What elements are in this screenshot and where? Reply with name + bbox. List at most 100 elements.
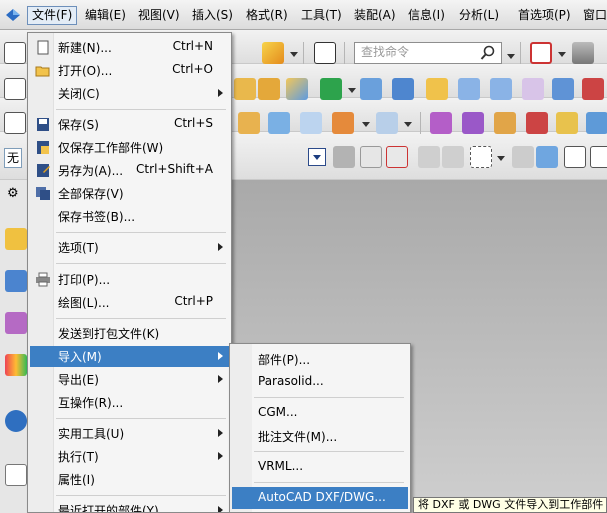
new-icon[interactable] xyxy=(4,42,26,64)
type-filter-select[interactable]: 无 xyxy=(4,148,22,168)
constraint-navigator-icon[interactable] xyxy=(5,270,27,292)
web-browser-icon[interactable] xyxy=(5,464,27,486)
body-filter-icon[interactable] xyxy=(536,146,558,168)
open-folder-icon xyxy=(35,66,50,77)
menu-item-close[interactable]: 关闭(C) xyxy=(30,83,229,104)
import-item-vrml[interactable]: VRML... xyxy=(232,456,408,478)
dropdown-arrow-icon[interactable] xyxy=(404,122,412,127)
snap-toggle-icon[interactable] xyxy=(564,146,586,168)
menu-item-recent-parts[interactable]: 最近打开的部件(Y) xyxy=(30,500,229,512)
feature-icon[interactable] xyxy=(258,78,280,100)
import-item-part[interactable]: 部件(P)... xyxy=(232,348,408,370)
import-item-annotation-file[interactable]: 批注文件(M)... xyxy=(232,425,408,447)
point-icon[interactable] xyxy=(320,78,342,100)
menu-preferences[interactable]: 首选项(P) xyxy=(514,6,575,25)
menu-item-print[interactable]: 打印(P)... xyxy=(30,269,229,290)
dropdown-arrow-icon[interactable] xyxy=(507,54,515,59)
menu-item-save-all[interactable]: 全部保存(V) xyxy=(30,183,229,204)
menu-view[interactable]: 视图(V) xyxy=(134,6,184,25)
edge-blend-icon[interactable] xyxy=(238,112,260,134)
dropdown-arrow-icon[interactable] xyxy=(558,52,566,57)
scale-body-icon[interactable] xyxy=(586,112,607,134)
resource-bar: ⚙ xyxy=(0,180,30,513)
menu-item-send-to-package[interactable]: 发送到打包文件(K) xyxy=(30,323,229,344)
import-item-autocad-dxf-dwg[interactable]: AutoCAD DXF/DWG... xyxy=(232,487,408,509)
filter-dropdown-button[interactable] xyxy=(308,148,326,166)
menu-format[interactable]: 格式(R) xyxy=(242,6,292,25)
menu-item-utilities[interactable]: 实用工具(U) xyxy=(30,423,229,444)
offset-face-icon[interactable] xyxy=(494,112,516,134)
slot-icon[interactable] xyxy=(552,78,574,100)
menu-item-import[interactable]: 导入(M) xyxy=(30,346,229,367)
dropdown-arrow-icon[interactable] xyxy=(362,122,370,127)
search-icon[interactable] xyxy=(480,45,496,61)
menu-item-open[interactable]: 打开(O)... Ctrl+O xyxy=(30,60,229,81)
menu-item-new[interactable]: 新建(N)... Ctrl+N xyxy=(30,37,229,58)
menu-item-save-work-part[interactable]: 仅保存工作部件(W) xyxy=(30,137,229,158)
shell-icon[interactable] xyxy=(300,112,322,134)
render-style-icon[interactable] xyxy=(572,42,594,64)
menu-item-save-bookmark[interactable]: 保存书签(B)... xyxy=(30,206,229,227)
revolve-icon[interactable] xyxy=(392,78,414,100)
fit-view-icon[interactable] xyxy=(530,42,552,64)
sew-icon[interactable] xyxy=(376,112,398,134)
thicken-icon[interactable] xyxy=(556,112,578,134)
snap-point-icon[interactable] xyxy=(360,146,382,168)
menu-insert[interactable]: 插入(S) xyxy=(188,6,237,25)
command-finder-icon[interactable] xyxy=(314,42,336,64)
menu-item-execute[interactable]: 执行(T) xyxy=(30,446,229,467)
menu-edit[interactable]: 编辑(E) xyxy=(81,6,130,25)
block-icon[interactable] xyxy=(234,78,256,100)
datum-icon[interactable] xyxy=(286,78,308,100)
rectangle-select-icon[interactable] xyxy=(470,146,492,168)
menu-window[interactable]: 窗口 xyxy=(579,6,607,25)
mirror-icon[interactable] xyxy=(462,112,484,134)
menu-analysis[interactable]: 分析(L) xyxy=(455,6,503,25)
pad-icon[interactable] xyxy=(522,78,544,100)
orient-icon[interactable] xyxy=(442,146,464,168)
groove-icon[interactable] xyxy=(582,78,604,100)
dropdown-arrow-icon[interactable] xyxy=(497,156,505,161)
dropdown-arrow-icon[interactable] xyxy=(348,88,356,93)
menu-item-properties[interactable]: 属性(I) xyxy=(30,469,229,490)
select-feature-icon[interactable] xyxy=(386,146,408,168)
selection-scope-icon[interactable] xyxy=(512,146,534,168)
toolbar-separator xyxy=(344,42,345,64)
import-submenu: 部件(P)... Parasolid... CGM... 批注文件(M)... … xyxy=(229,343,411,513)
pocket-icon[interactable] xyxy=(490,78,512,100)
general-selection-icon[interactable] xyxy=(333,146,355,168)
submenu-arrow-icon xyxy=(218,89,223,97)
pattern-icon[interactable] xyxy=(430,112,452,134)
menu-tools[interactable]: 工具(T) xyxy=(297,6,346,25)
extrude-icon[interactable] xyxy=(360,78,382,100)
dropdown-arrow-icon[interactable] xyxy=(290,52,298,57)
toolbar-separator xyxy=(520,42,521,64)
part-navigator-icon[interactable] xyxy=(5,312,27,334)
menu-item-save-as[interactable]: 另存为(A)... Ctrl+Shift+A xyxy=(30,160,229,181)
line-select-icon[interactable] xyxy=(590,146,607,168)
draft-icon[interactable] xyxy=(526,112,548,134)
menu-item-interoperate[interactable]: 互操作(R)... xyxy=(30,392,229,413)
menu-item-save[interactable]: 保存(S) Ctrl+S xyxy=(30,114,229,135)
move-handle-icon[interactable] xyxy=(418,146,440,168)
import-item-cgm[interactable]: CGM... xyxy=(232,402,408,424)
reuse-library-icon[interactable] xyxy=(5,354,27,376)
boss-icon[interactable] xyxy=(458,78,480,100)
menu-information[interactable]: 信息(I) xyxy=(404,6,449,25)
menu-item-options[interactable]: 选项(T) xyxy=(30,237,229,258)
chamfer-icon[interactable] xyxy=(268,112,290,134)
touch-mode-icon[interactable] xyxy=(262,42,284,64)
info-icon[interactable] xyxy=(5,410,27,432)
menu-item-plot[interactable]: 绘图(L)... Ctrl+P xyxy=(30,292,229,313)
resource-settings-icon[interactable]: ⚙ xyxy=(7,186,19,201)
sketch-icon[interactable] xyxy=(4,78,26,100)
hole-icon[interactable] xyxy=(426,78,448,100)
trim-body-icon[interactable] xyxy=(332,112,354,134)
menu-item-export[interactable]: 导出(E) xyxy=(30,369,229,390)
menu-file[interactable]: 文件(F) xyxy=(27,6,78,25)
curve-icon[interactable] xyxy=(4,112,26,134)
print-icon xyxy=(36,272,50,287)
import-item-parasolid[interactable]: Parasolid... xyxy=(232,371,408,393)
menu-assemblies[interactable]: 装配(A) xyxy=(350,6,400,25)
assembly-navigator-icon[interactable] xyxy=(5,228,27,250)
